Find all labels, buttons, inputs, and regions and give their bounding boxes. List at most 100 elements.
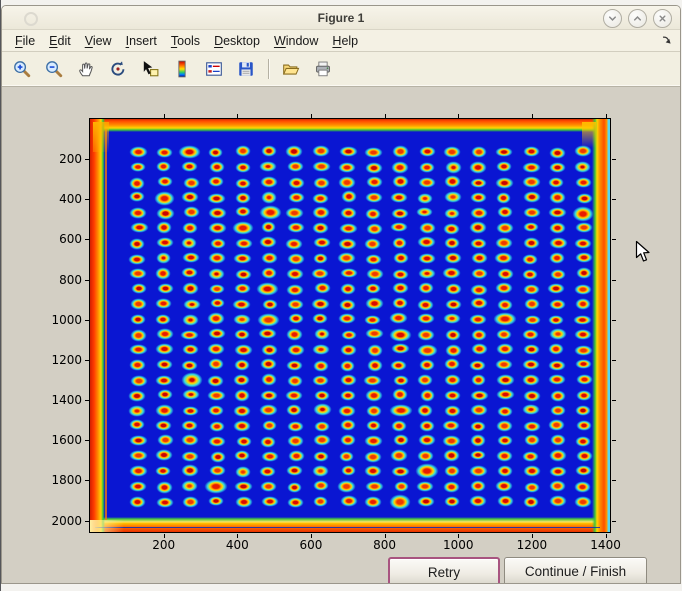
array-spot: [522, 451, 539, 462]
array-spot: [574, 481, 591, 493]
array-spot: [416, 207, 433, 218]
array-spot: [259, 236, 277, 249]
close-button[interactable]: [653, 9, 672, 28]
maximize-button[interactable]: [628, 9, 647, 28]
array-spot: [495, 282, 514, 294]
array-spot: [444, 191, 463, 203]
array-spot: [129, 177, 145, 190]
array-spot: [207, 390, 226, 401]
array-spot: [496, 420, 513, 432]
array-spot: [182, 496, 199, 508]
array-spot: [367, 359, 383, 372]
array-spot: [287, 375, 303, 387]
retry-button[interactable]: Retry: [388, 557, 500, 584]
array-spot: [234, 344, 253, 356]
array-spot: [288, 192, 305, 203]
array-spot: [262, 299, 278, 310]
plate-edge-right: [592, 119, 610, 532]
array-spot: [131, 283, 147, 294]
array-spot: [233, 374, 250, 386]
array-spot: [444, 390, 461, 401]
array-spot: [470, 404, 488, 416]
array-spot: [550, 434, 566, 446]
array-spot: [130, 329, 147, 342]
array-spot: [208, 222, 227, 234]
array-spot: [340, 495, 358, 508]
array-spot: [392, 269, 409, 281]
array-spot: [548, 419, 565, 431]
save-button[interactable]: [232, 55, 260, 83]
print-button[interactable]: [309, 55, 337, 83]
rotate-3d-button[interactable]: [104, 55, 132, 83]
array-spot: [494, 252, 513, 265]
array-spot: [128, 390, 146, 401]
array-spot: [340, 419, 356, 431]
open-folder-button[interactable]: [277, 55, 305, 83]
array-spot: [181, 434, 198, 446]
y-tick-label: 200: [40, 152, 82, 166]
array-spot: [390, 192, 408, 204]
menu-file[interactable]: File: [15, 34, 35, 48]
array-spot: [444, 465, 460, 477]
plate-image[interactable]: [90, 119, 610, 532]
menu-window[interactable]: Window: [274, 34, 318, 48]
menu-view[interactable]: View: [85, 34, 112, 48]
array-spot: [391, 466, 410, 477]
array-spot: [496, 374, 515, 386]
array-spot: [418, 177, 436, 188]
array-spot: [442, 267, 461, 280]
save-floppy-icon: [237, 60, 255, 78]
chevron-down-icon: [606, 12, 619, 25]
array-spot: [155, 343, 174, 356]
array-spot: [130, 375, 148, 387]
array-spot: [259, 205, 282, 220]
array-spot: [157, 434, 174, 446]
zoom-out-button[interactable]: [40, 55, 68, 83]
window-menu-icon[interactable]: [24, 12, 38, 26]
zoom-in-button[interactable]: [8, 55, 36, 83]
array-spot: [548, 360, 567, 371]
array-spot: [181, 161, 199, 172]
array-spot: [129, 496, 147, 509]
menubar: File Edit View Insert Tools Desktop Window Help: [2, 30, 680, 52]
array-spot: [415, 463, 439, 479]
array-spot: [261, 252, 277, 264]
legend-button[interactable]: [200, 55, 228, 83]
array-spot: [442, 435, 461, 447]
array-spot: [390, 360, 407, 371]
data-cursor-button[interactable]: [136, 55, 164, 83]
array-spot: [314, 328, 330, 340]
array-spot: [365, 481, 384, 492]
minimize-button[interactable]: [603, 9, 622, 28]
pan-button[interactable]: [72, 55, 100, 83]
colorbar-button[interactable]: [168, 55, 196, 83]
array-spot: [495, 147, 513, 158]
dock-arrow-icon[interactable]: [660, 33, 673, 51]
array-spot: [208, 496, 224, 507]
menu-help[interactable]: Help: [332, 34, 358, 48]
x-tick-label: 200: [142, 538, 186, 552]
array-spot: [286, 284, 305, 296]
menu-desktop[interactable]: Desktop: [214, 34, 260, 48]
array-spot: [445, 344, 462, 357]
y-tick-label: 1800: [40, 473, 82, 487]
array-spot: [156, 328, 174, 341]
array-spot: [180, 330, 199, 341]
menu-tools[interactable]: Tools: [171, 34, 200, 48]
array-spot: [574, 329, 592, 340]
array-spot: [496, 329, 512, 340]
continue-finish-button[interactable]: Continue / Finish: [504, 557, 647, 584]
array-spot: [549, 147, 566, 159]
array-spot: [549, 299, 566, 310]
array-spot: [470, 178, 487, 189]
array-spot: [470, 284, 489, 296]
array-spot: [445, 161, 462, 174]
menu-edit[interactable]: Edit: [49, 34, 71, 48]
array-spot: [365, 328, 383, 340]
array-spot: [182, 282, 199, 295]
array-spot: [522, 404, 541, 416]
array-spot: [523, 465, 541, 477]
menu-insert[interactable]: Insert: [126, 34, 157, 48]
array-spot: [575, 177, 593, 188]
y-tick-label: 1400: [40, 393, 82, 407]
